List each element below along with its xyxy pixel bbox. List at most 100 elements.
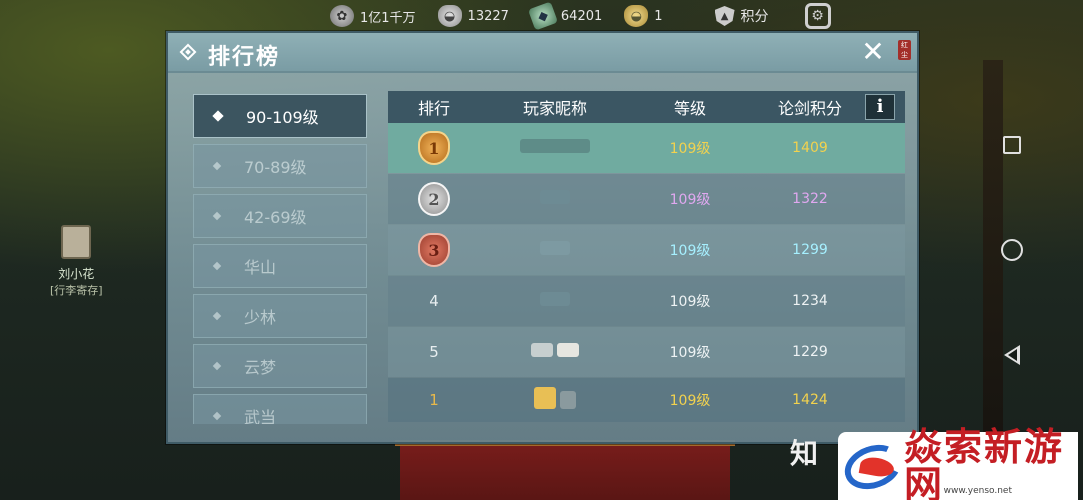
- watermark: 知 焱索新游网 www.yenso.net: [790, 428, 1078, 500]
- score-cell: 1229: [792, 344, 828, 360]
- category-item-wudang[interactable]: 武当: [193, 394, 367, 424]
- red-carpet: [400, 440, 730, 500]
- settings-gear-icon[interactable]: ⚙: [804, 3, 831, 29]
- jade-ticket-icon: ◆: [527, 1, 558, 31]
- name-cell: [480, 343, 630, 361]
- site-logo-icon: [838, 437, 908, 497]
- name-cell: [480, 190, 630, 208]
- table-row[interactable]: 4 109级 1234: [388, 276, 905, 326]
- resource-bar: ✿ 1亿1千万 ◒ 13227 ◆ 64201 ◒ 1 ▲ 积分 ⚙: [330, 0, 831, 32]
- jade-resource[interactable]: ◆ 64201: [527, 1, 603, 31]
- points-button[interactable]: ▲ 积分: [714, 6, 769, 26]
- rank-cell: 1: [429, 391, 439, 409]
- rank-cell: 3: [388, 233, 480, 267]
- header-score: 论剑积分: [777, 99, 842, 118]
- category-item-shaolin[interactable]: 少林: [193, 294, 367, 338]
- silver-medal-icon: 2: [418, 182, 450, 216]
- silver-amount: 1亿1千万: [360, 10, 416, 26]
- ingot-amount: 13227: [467, 8, 509, 24]
- table-header: 排行 玩家昵称 等级 论剑积分 i: [388, 91, 905, 123]
- category-item-90-109[interactable]: 90-109级: [193, 94, 367, 138]
- score-cell: 1322: [792, 191, 828, 207]
- leaderboard-panel: 排行榜 ✕ 红尘 90-109级 70-89级 42-69级 华山 少林 云梦: [166, 31, 919, 444]
- diamond-bullet-icon: [212, 311, 222, 321]
- header-level: 等级: [673, 99, 706, 118]
- category-list: 90-109级 70-89级 42-69级 华山 少林 云梦 武当: [193, 94, 367, 424]
- redacted-name: [540, 292, 570, 306]
- npc-subtitle: [行李寄存]: [50, 284, 103, 297]
- category-label: 42-69级: [244, 208, 307, 227]
- category-item-yunmeng[interactable]: 云梦: [193, 344, 367, 388]
- category-item-70-89[interactable]: 70-89级: [193, 144, 367, 188]
- level-cell: 109级: [669, 393, 711, 409]
- name-cell: [480, 241, 630, 259]
- name-cell: [480, 139, 630, 157]
- shield-icon: ▲: [714, 6, 735, 26]
- npc-name: 刘小花: [58, 267, 95, 281]
- level-cell: 109级: [669, 345, 711, 361]
- score-cell: 1299: [792, 242, 828, 258]
- back-triangle-icon: [1004, 345, 1020, 365]
- level-cell: 109级: [669, 243, 711, 259]
- redacted-name: [533, 387, 556, 409]
- bronze-medal-icon: 3: [418, 233, 450, 267]
- diamond-bullet-icon: [212, 261, 222, 271]
- category-label: 70-89级: [244, 158, 307, 177]
- score-cell: 1234: [792, 293, 828, 309]
- silver-ingot-icon: ◒: [437, 5, 462, 27]
- level-cell: 109级: [669, 294, 711, 310]
- score-cell: 1409: [792, 140, 828, 156]
- gold-amount: 1: [654, 8, 663, 24]
- silver-resource[interactable]: ✿ 1亿1千万: [330, 5, 416, 27]
- header-rank: 排行: [417, 99, 450, 118]
- gold-resource[interactable]: ◒ 1: [624, 5, 663, 27]
- silver-coin-icon: ✿: [330, 5, 354, 27]
- panel-header: 排行榜 ✕ 红尘: [168, 33, 917, 73]
- category-label: 武当: [244, 408, 277, 424]
- recent-apps-button[interactable]: [997, 130, 1027, 160]
- redacted-name: [530, 343, 553, 357]
- score-cell: 1424: [792, 392, 828, 408]
- gold-medal-icon: 1: [418, 131, 450, 165]
- level-cell: 109级: [669, 192, 711, 208]
- redacted-name: [540, 241, 570, 255]
- circle-icon: [1001, 239, 1023, 261]
- site-watermark-badge: 焱索新游网 www.yenso.net: [838, 428, 1078, 500]
- diamond-bullet-icon: [212, 411, 222, 421]
- table-row[interactable]: 2 109级 1322: [388, 174, 905, 224]
- gold-ingot-icon: ◒: [624, 5, 649, 27]
- panel-title: 排行榜: [208, 45, 281, 70]
- npc-marker[interactable]: 刘小花 [行李寄存]: [50, 225, 103, 298]
- site-url: www.yenso.net: [943, 486, 1012, 496]
- table-row[interactable]: 3 109级 1299: [388, 225, 905, 275]
- diamond-icon: [179, 43, 197, 61]
- jade-amount: 64201: [560, 8, 603, 24]
- redacted-name: [520, 139, 590, 153]
- my-rank-row[interactable]: 1 109级 1424: [388, 378, 905, 422]
- name-cell: [480, 387, 630, 413]
- info-icon[interactable]: i: [865, 94, 895, 120]
- category-label: 少林: [244, 308, 277, 327]
- diamond-bullet-icon: [212, 211, 222, 221]
- redacted-name: [540, 190, 570, 204]
- category-label: 华山: [244, 258, 277, 277]
- close-button[interactable]: ✕: [859, 38, 887, 67]
- category-item-42-69[interactable]: 42-69级: [193, 194, 367, 238]
- diamond-bullet-icon: [212, 161, 222, 171]
- table-row[interactable]: 1 109级 1409: [388, 123, 905, 173]
- rank-cell: 1: [388, 131, 480, 165]
- rank-cell: 2: [388, 182, 480, 216]
- back-button[interactable]: [997, 340, 1027, 370]
- table-row[interactable]: 5 109级 1229: [388, 327, 905, 377]
- ingot-resource[interactable]: ◒ 13227: [437, 5, 509, 27]
- category-label: 90-109级: [246, 108, 319, 127]
- rank-cell: 5: [429, 343, 439, 361]
- category-item-huashan[interactable]: 华山: [193, 244, 367, 288]
- seal-stamp: 红尘: [898, 40, 911, 60]
- redacted-name: [560, 391, 577, 409]
- level-cell: 109级: [669, 141, 711, 157]
- name-cell: [480, 292, 630, 310]
- category-label: 云梦: [244, 358, 277, 377]
- zhihu-watermark: 知: [790, 437, 819, 470]
- home-button[interactable]: [997, 235, 1027, 265]
